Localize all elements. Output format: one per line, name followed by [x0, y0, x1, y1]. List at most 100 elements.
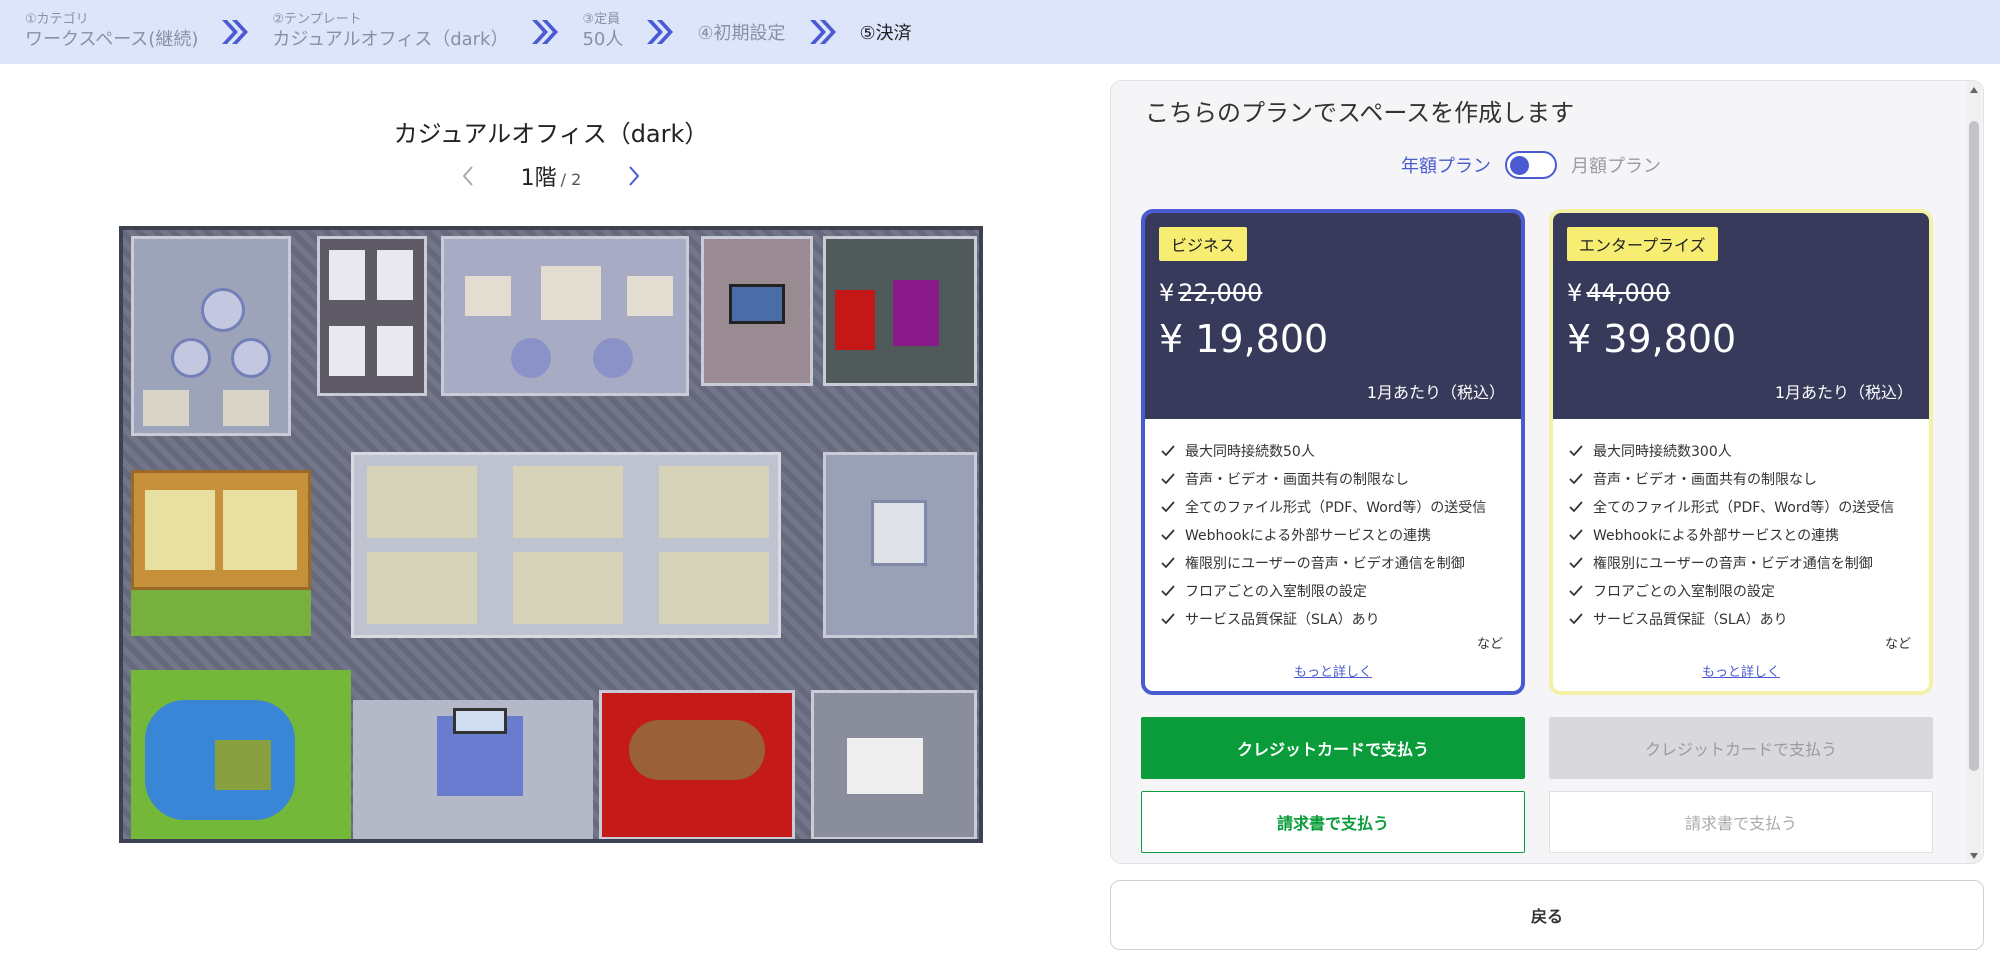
toggle-knob — [1510, 156, 1529, 175]
feature-list: 最大同時接続数50人 音声・ビデオ・画面共有の制限なし 全てのファイル形式（PD… — [1145, 419, 1521, 633]
panel-scrollbar[interactable] — [1967, 81, 1981, 863]
list-item: フロアごとの入室制限の設定 — [1161, 577, 1521, 605]
feature-text: 権限別にユーザーの音声・ビデオ通信を制御 — [1593, 556, 1873, 572]
original-price: ¥22,000 — [1159, 279, 1262, 307]
check-icon — [1161, 529, 1179, 541]
monthly-plan-label[interactable]: 月額プラン — [1571, 152, 1661, 178]
floor-indicator: 1階/ 2 — [521, 160, 582, 192]
floor-nav: 1階/ 2 — [120, 160, 982, 192]
more-details-link[interactable]: もっと詳しく — [1145, 661, 1521, 680]
card-header: ビジネス ¥22,000 ¥ 19,800 1月あたり（税込） — [1145, 213, 1521, 419]
plan-badge: エンタープライズ — [1567, 227, 1718, 261]
price: ¥ 19,800 — [1159, 317, 1329, 361]
currency-symbol: ¥ — [1567, 279, 1583, 307]
check-icon — [1569, 473, 1587, 485]
price-unit: 1月あたり（税込） — [1774, 383, 1913, 402]
prev-floor-button[interactable] — [453, 161, 483, 191]
floor-total: / 2 — [560, 170, 582, 189]
feature-text: 全てのファイル形式（PDF、Word等）の送受信 — [1185, 500, 1487, 516]
check-icon — [1161, 613, 1179, 625]
original-price-value: 44,000 — [1586, 279, 1671, 307]
step-value: カジュアルオフィス（dark） — [272, 29, 509, 50]
plan-panel: こちらのプランでスペースを作成します 年額プラン 月額プラン ビジネス ¥22,… — [1110, 80, 1984, 864]
step-category[interactable]: ①カテゴリ ワークスペース(継続) — [25, 12, 198, 52]
list-item: 権限別にユーザーの音声・ビデオ通信を制御 — [1161, 549, 1521, 577]
feature-text: 音声・ビデオ・画面共有の制限なし — [1185, 472, 1409, 488]
step-label: ②テンプレート — [272, 12, 362, 27]
feature-text: フロアごとの入室制限の設定 — [1185, 584, 1367, 600]
list-item: 権限別にユーザーの音声・ビデオ通信を制御 — [1569, 549, 1929, 577]
check-icon — [1569, 613, 1587, 625]
price: ¥ 39,800 — [1567, 317, 1737, 361]
list-item: 全てのファイル形式（PDF、Word等）の送受信 — [1161, 493, 1521, 521]
list-item: サービス品質保証（SLA）あり — [1569, 605, 1929, 633]
step-template[interactable]: ②テンプレート カジュアルオフィス（dark） — [272, 12, 508, 52]
step-capacity[interactable]: ③定員 50人 — [582, 12, 623, 52]
step-initial-settings[interactable]: ④初期設定 — [697, 19, 785, 45]
list-item: 最大同時接続数300人 — [1569, 437, 1929, 465]
check-icon — [1161, 585, 1179, 597]
currency-symbol: ¥ — [1159, 279, 1175, 307]
enterprise-pay-invoice-button[interactable]: 請求書で支払う — [1549, 791, 1933, 853]
feature-text: Webhookによる外部サービスとの連携 — [1593, 528, 1840, 544]
double-chevron-right-icon — [808, 18, 838, 46]
check-icon — [1569, 585, 1587, 597]
plan-heading: こちらのプランでスペースを作成します — [1145, 99, 1575, 127]
original-price: ¥44,000 — [1567, 279, 1670, 307]
feature-list: 最大同時接続数300人 音声・ビデオ・画面共有の制限なし 全てのファイル形式（P… — [1553, 419, 1929, 633]
list-item: 音声・ビデオ・画面共有の制限なし — [1161, 465, 1521, 493]
feature-text: Webhookによる外部サービスとの連携 — [1185, 528, 1432, 544]
scroll-up-icon[interactable] — [1967, 83, 1981, 97]
more-details-link[interactable]: もっと詳しく — [1553, 661, 1929, 680]
feature-text: 音声・ビデオ・画面共有の制限なし — [1593, 472, 1817, 488]
features-etc: など — [1884, 637, 1911, 652]
business-pay-card-button[interactable]: クレジットカードで支払う — [1141, 717, 1525, 779]
billing-toggle-row: 年額プラン 月額プラン — [1111, 151, 1951, 179]
feature-text: サービス品質保証（SLA）あり — [1593, 612, 1788, 628]
stepper: ①カテゴリ ワークスペース(継続) ②テンプレート カジュアルオフィス（dark… — [0, 0, 2000, 64]
billing-period-toggle[interactable] — [1505, 151, 1557, 179]
check-icon — [1569, 501, 1587, 513]
feature-text: 権限別にユーザーの音声・ビデオ通信を制御 — [1185, 556, 1465, 572]
plan-badge: ビジネス — [1159, 227, 1248, 261]
original-price-value: 22,000 — [1178, 279, 1263, 307]
list-item: サービス品質保証（SLA）あり — [1161, 605, 1521, 633]
enterprise-pay-card-button[interactable]: クレジットカードで支払う — [1549, 717, 1933, 779]
template-title: カジュアルオフィス（dark） — [393, 120, 709, 148]
feature-text: 最大同時接続数300人 — [1593, 444, 1732, 460]
check-icon — [1569, 557, 1587, 569]
step-label: ③定員 — [582, 12, 621, 27]
plan-card-enterprise[interactable]: エンタープライズ ¥44,000 ¥ 39,800 1月あたり（税込） 最大同時… — [1549, 209, 1933, 695]
double-chevron-right-icon — [530, 18, 560, 46]
feature-text: フロアごとの入室制限の設定 — [1593, 584, 1775, 600]
check-icon — [1161, 557, 1179, 569]
list-item: Webhookによる外部サービスとの連携 — [1161, 521, 1521, 549]
check-icon — [1161, 501, 1179, 513]
scroll-thumb[interactable] — [1969, 121, 1979, 771]
chevron-right-icon — [629, 166, 640, 186]
feature-text: 全てのファイル形式（PDF、Word等）の送受信 — [1593, 500, 1895, 516]
double-chevron-right-icon — [645, 18, 675, 46]
current-floor: 1階 — [520, 166, 557, 191]
chevron-left-icon — [462, 166, 473, 186]
check-icon — [1161, 445, 1179, 457]
step-value: 50人 — [582, 29, 624, 50]
feature-text: サービス品質保証（SLA）あり — [1185, 612, 1380, 628]
features-etc: など — [1476, 637, 1503, 652]
step-value: ワークスペース(継続) — [25, 29, 199, 50]
list-item: フロアごとの入室制限の設定 — [1569, 577, 1929, 605]
annual-plan-label[interactable]: 年額プラン — [1401, 152, 1491, 178]
business-pay-invoice-button[interactable]: 請求書で支払う — [1141, 791, 1525, 853]
price-unit: 1月あたり（税込） — [1366, 383, 1505, 402]
list-item: 音声・ビデオ・画面共有の制限なし — [1569, 465, 1929, 493]
step-payment: ⑤決済 — [859, 23, 912, 44]
check-icon — [1569, 529, 1587, 541]
scroll-down-icon[interactable] — [1967, 849, 1981, 863]
card-header: エンタープライズ ¥44,000 ¥ 39,800 1月あたり（税込） — [1553, 213, 1929, 419]
list-item: Webhookによる外部サービスとの連携 — [1569, 521, 1929, 549]
check-icon — [1569, 445, 1587, 457]
list-item: 最大同時接続数50人 — [1161, 437, 1521, 465]
back-button[interactable]: 戻る — [1110, 880, 1984, 950]
next-floor-button[interactable] — [619, 161, 649, 191]
plan-card-business[interactable]: ビジネス ¥22,000 ¥ 19,800 1月あたり（税込） 最大同時接続数5… — [1141, 209, 1525, 695]
